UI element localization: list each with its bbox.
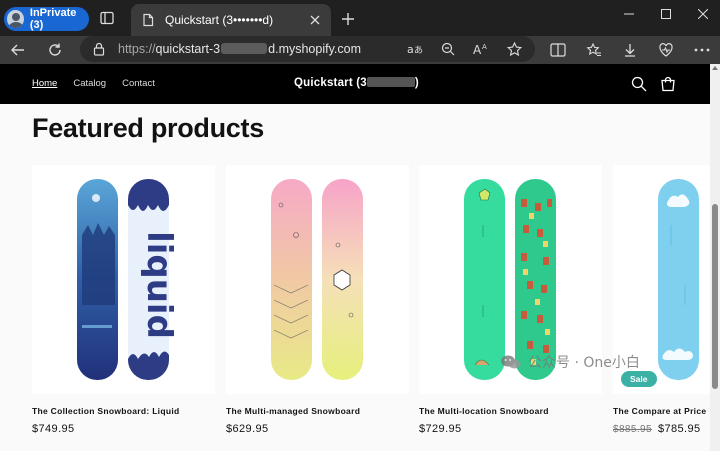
product-image[interactable] <box>226 165 409 394</box>
product-title[interactable]: The Collection Snowboard: Liquid <box>32 406 215 416</box>
split-screen-icon[interactable] <box>548 40 568 60</box>
watermark-text: 公众号 · One小白 <box>528 355 640 371</box>
svg-text:A: A <box>482 43 487 51</box>
cart-icon[interactable] <box>660 76 676 92</box>
downloads-icon[interactable] <box>620 40 640 60</box>
browser-toolbar: https://quickstart-3 d.myshopify.com aあ A… <box>0 36 720 64</box>
text-size-icon[interactable]: AA <box>472 40 490 58</box>
page-scrollbar[interactable] <box>710 64 720 451</box>
product-price: $629.95 <box>226 423 269 435</box>
product-price: $749.95 <box>32 423 75 435</box>
product-image[interactable]: liquid <box>32 165 215 394</box>
section-title: Featured products <box>32 113 264 143</box>
tab-close-icon[interactable] <box>305 10 325 30</box>
store-logo-link[interactable]: Quickstart (3) <box>294 77 419 89</box>
back-icon[interactable] <box>8 40 28 60</box>
product-title[interactable]: The Multi-location Snowboard <box>419 406 602 416</box>
redacted-block <box>221 43 268 54</box>
tab-quickstart[interactable]: Quickstart (3•••••••d) <box>131 4 331 36</box>
nav-contact[interactable]: Contact <box>122 78 155 89</box>
product-price: $729.95 <box>419 423 462 435</box>
svg-text:あ: あ <box>414 45 423 56</box>
avatar <box>7 10 24 28</box>
read-aloud-icon[interactable]: aあ <box>406 40 424 58</box>
wechat-icon <box>500 354 522 370</box>
scrollbar-thumb[interactable] <box>712 204 718 389</box>
favorites-icon[interactable] <box>584 40 604 60</box>
inprivate-button[interactable]: InPrivate (3) <box>4 7 89 31</box>
store-nav: Home Catalog Contact <box>32 78 155 89</box>
more-icon[interactable] <box>692 40 712 60</box>
tab-strip: InPrivate (3) Quickstart (3•••••••d) <box>0 0 720 36</box>
search-icon[interactable] <box>631 76 647 92</box>
sale-badge: Sale <box>621 371 657 387</box>
watermark: 公众号 · One小白 <box>500 352 640 372</box>
compare-price: $885.95 <box>613 424 652 435</box>
store-header: Home Catalog Contact Quickstart (3) <box>0 64 710 104</box>
tab-actions-icon[interactable] <box>99 10 115 26</box>
product-card[interactable]: liquid The Collection Snowboard: Liquid … <box>32 165 215 435</box>
favorite-star-icon[interactable] <box>505 40 523 58</box>
svg-text:A: A <box>473 43 482 56</box>
tab-title: Quickstart (3•••••••d) <box>165 13 274 27</box>
svg-text:liquid: liquid <box>139 231 179 339</box>
product-title[interactable]: The Multi-managed Snowboard <box>226 406 409 416</box>
product-card[interactable]: The Multi-location Snowboard $729.95 <box>419 165 602 435</box>
svg-text:a: a <box>407 43 414 56</box>
sale-price: $785.95 <box>657 423 701 435</box>
redacted-block <box>366 77 415 87</box>
nav-catalog[interactable]: Catalog <box>73 78 106 89</box>
page-icon <box>141 13 155 27</box>
lock-icon[interactable] <box>93 42 105 61</box>
product-title[interactable]: The Compare at Price <box>613 406 720 416</box>
nav-home[interactable]: Home <box>32 78 57 89</box>
product-card[interactable]: The Multi-managed Snowboard $629.95 <box>226 165 409 435</box>
page-viewport: Home Catalog Contact Quickstart (3) Feat… <box>0 64 720 451</box>
scroll-up-arrow-icon[interactable] <box>712 66 718 70</box>
inprivate-label: InPrivate (3) <box>29 7 77 31</box>
url-text[interactable]: https://quickstart-3 d.myshopify.com <box>118 42 361 56</box>
zoom-out-icon[interactable] <box>439 40 457 58</box>
refresh-icon[interactable] <box>45 40 65 60</box>
browser-essentials-icon[interactable] <box>656 40 676 60</box>
window-close-icon[interactable] <box>680 0 720 28</box>
address-bar[interactable]: https://quickstart-3 d.myshopify.com aあ A… <box>80 36 535 62</box>
product-card[interactable]: Sale The Compare at Price $885.95 $785.95 <box>613 165 720 435</box>
product-price: $885.95 $785.95 <box>613 423 720 435</box>
new-tab-button[interactable] <box>338 9 358 29</box>
